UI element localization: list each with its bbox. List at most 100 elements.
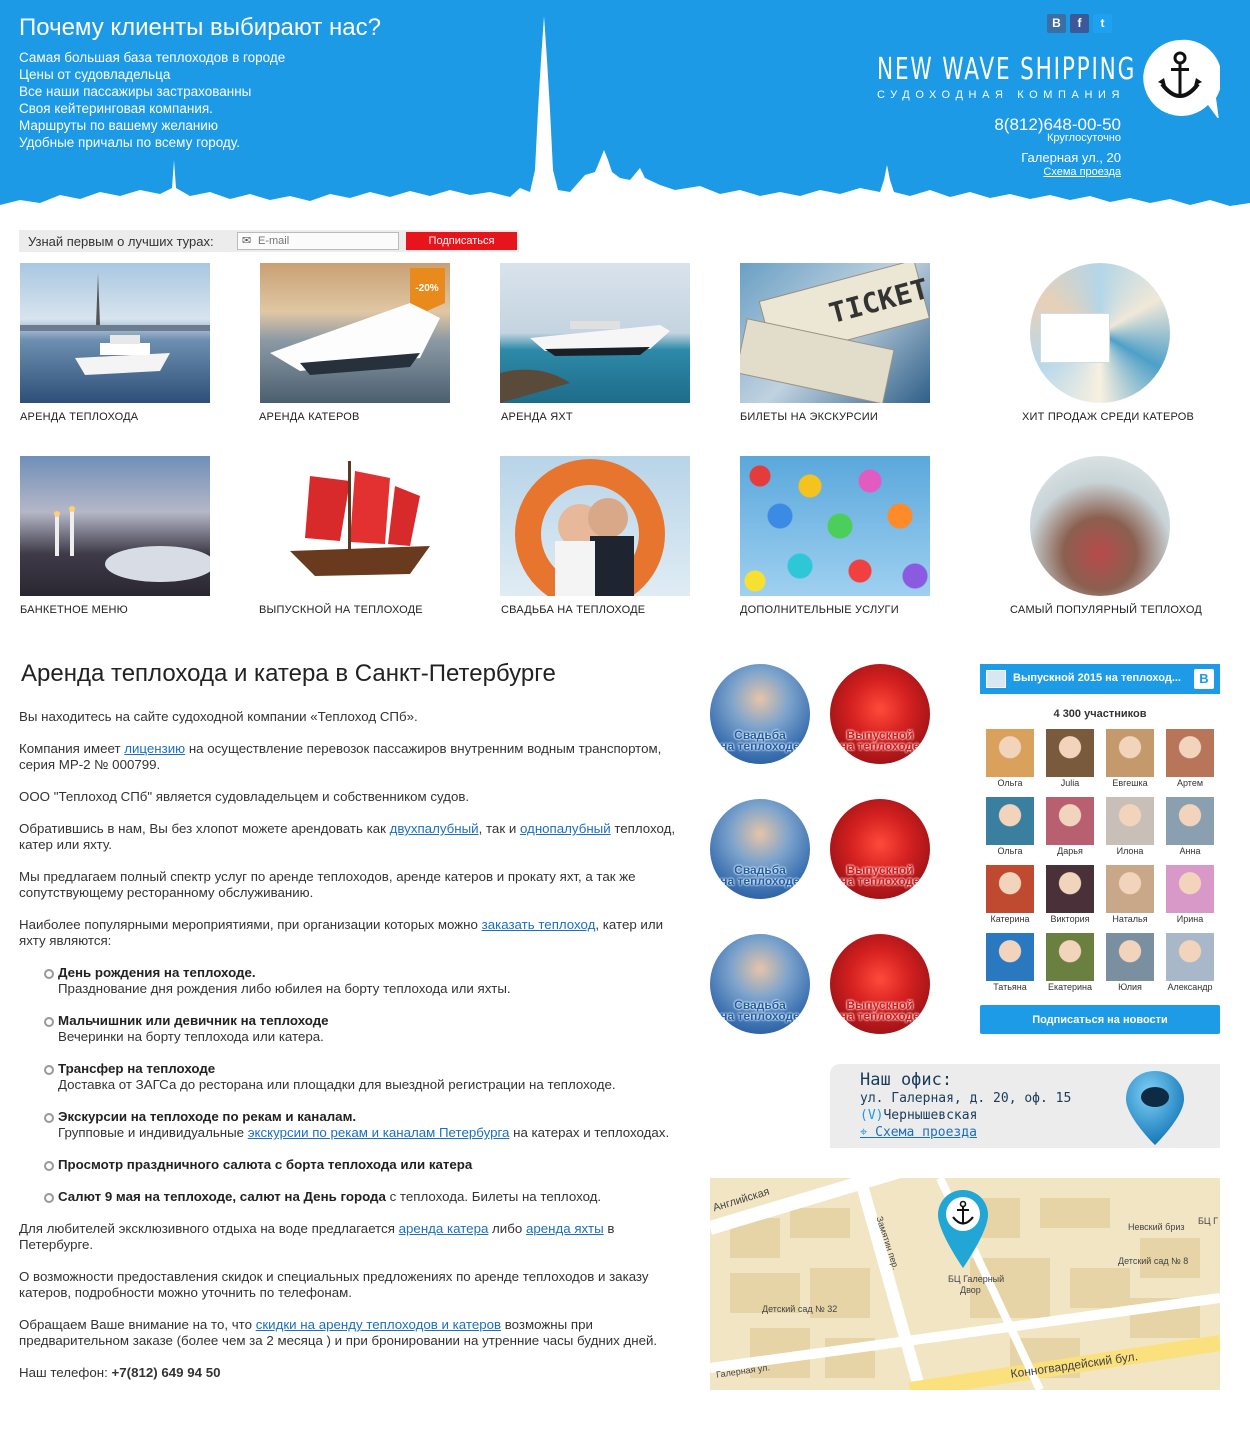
vk-member-name: Наталья [1112,914,1148,924]
tile-popular-ship-image[interactable] [1030,456,1170,596]
single-deck-link[interactable]: однопалубный [520,821,611,836]
avatar[interactable] [1166,865,1214,913]
vk-member[interactable]: Евгешка [1106,729,1154,788]
tile-boat-rental-image[interactable]: -20% [260,263,450,403]
promo-graduation[interactable]: Выпускной на теплоходе [830,934,930,1034]
vk-member[interactable]: Илона [1106,797,1154,856]
vk-member-name: Катерина [990,914,1030,924]
avatar[interactable] [1106,729,1154,777]
double-deck-link[interactable]: двухпалубный [390,821,479,836]
tile-tickets-image[interactable]: TICKET [740,263,930,403]
tile-caption[interactable]: АРЕНДА КАТЕРОВ [259,411,360,423]
list-item: Мальчишник или девичник на теплоходе Вече… [44,1013,689,1045]
vk-member[interactable]: Александр [1166,933,1214,992]
avatar[interactable] [1166,729,1214,777]
vk-member[interactable]: Екатерина [1046,933,1094,992]
tile-caption[interactable]: ВЫПУСКНОЙ НА ТЕПЛОХОДЕ [259,604,423,616]
avatar[interactable] [1046,933,1094,981]
map-anchor-pin-icon[interactable] [936,1188,990,1270]
vk-member-name: Илона [1116,846,1144,856]
promo-wedding[interactable]: Свадьба на теплоходе [710,664,810,764]
tile-caption[interactable]: СВАДЬБА НА ТЕПЛОХОДЕ [501,604,645,616]
office-route-link[interactable]: ⌖ Схема проезда [860,1125,977,1140]
vk-member[interactable]: Ольга [986,797,1034,856]
vk-member[interactable]: Виктория [1046,865,1094,924]
excursions-link[interactable]: экскурсии по рекам и каналам Петербурга [248,1125,510,1140]
license-link[interactable]: лицензию [124,741,185,756]
tile-caption[interactable]: АРЕНДА ТЕПЛОХОДА [20,411,138,423]
twitter-icon[interactable]: t [1093,14,1112,33]
tile-caption[interactable]: БАНКЕТНОЕ МЕНЮ [20,604,128,616]
avatar[interactable] [986,933,1034,981]
order-ship-link[interactable]: заказать теплоход [482,917,596,932]
avatar[interactable] [1106,933,1154,981]
tile-bestseller-image[interactable] [1030,263,1170,403]
avatar[interactable] [1046,729,1094,777]
subscribe-label: Узнай первым о лучших турах: [28,234,214,249]
vk-member-name: Юлия [1118,982,1142,992]
vk-member-name: Виктория [1050,914,1090,924]
vk-group-title[interactable]: Выпускной 2015 на теплоход... [1013,672,1181,684]
avatar[interactable] [1046,797,1094,845]
boat-rental-link[interactable]: аренда катера [399,1221,489,1236]
location-map[interactable]: Английская Замятин пер. БЦ Галерный Двор… [710,1178,1220,1390]
vk-member[interactable]: Дарья [1046,797,1094,856]
vk-group-widget: Выпускной 2015 на теплоход... B 4 300 уч… [980,664,1220,1034]
facebook-icon[interactable]: f [1070,14,1089,33]
promo-wedding[interactable]: Свадьба на теплоходе [710,934,810,1034]
vk-member-name: Евгешка [1112,778,1148,788]
tile-caption[interactable]: АРЕНДА ЯХТ [501,411,573,423]
vk-member[interactable]: Юлия [1106,933,1154,992]
tile-caption[interactable]: САМЫЙ ПОПУЛЯРНЫЙ ТЕПЛОХОД [1010,604,1202,616]
subscribe-button[interactable]: Подписаться [406,232,517,250]
tile-caption[interactable]: ХИТ ПРОДАЖ СРЕДИ КАТЕРОВ [1022,411,1194,423]
anchor-icon[interactable] [1140,38,1220,118]
avatar[interactable] [1166,933,1214,981]
tile-ship-rental-image[interactable] [20,263,210,403]
promo-wedding[interactable]: Свадьба на теплоходе [710,799,810,899]
list-item: Просмотр праздничного салюта с борта теп… [44,1157,689,1173]
vk-member[interactable]: Татьяна [986,933,1034,992]
map-place-label: Двор [960,1285,981,1295]
vk-member[interactable]: Анна [1166,797,1214,856]
article-paragraph: О возможности предоставления скидок и сп… [19,1269,649,1300]
tile-extra-services-image[interactable] [740,456,930,596]
brand-subtitle: СУДОХОДНАЯ КОМПАНИЯ [877,89,1126,101]
tile-banquet-image[interactable] [20,456,210,596]
vk-member[interactable]: Ольга [986,729,1034,788]
avatar[interactable] [1166,797,1214,845]
why-us-item: Все наши пассажиры застрахованны [19,84,252,99]
avatar[interactable] [986,729,1034,777]
brand-name: NEW WAVE SHIPPING [877,52,1137,87]
header-address: Галерная ул., 20 [1021,150,1121,165]
avatar[interactable] [986,865,1034,913]
tile-yacht-rental-image[interactable] [500,263,690,403]
promo-graduation[interactable]: Выпускной на теплоходе [830,799,930,899]
map-place-label: БЦ Г [1198,1216,1218,1226]
vk-member-name: Ольга [997,846,1023,856]
avatar[interactable] [986,797,1034,845]
tile-caption[interactable]: БИЛЕТЫ НА ЭКСКУРСИИ [740,411,878,423]
vk-subscribe-button[interactable]: Подписаться на новости [980,1005,1220,1034]
tile-graduation-image[interactable] [260,456,450,596]
vk-logo-icon[interactable]: B [1194,669,1214,689]
route-map-link[interactable]: Схема проезда [1043,166,1121,178]
yacht-rental-link[interactable]: аренда яхты [526,1221,604,1236]
avatar[interactable] [1106,797,1154,845]
vk-icon[interactable]: В [1047,14,1066,33]
avatar[interactable] [1046,865,1094,913]
tile-wedding-image[interactable] [500,456,690,596]
vk-member-name: Julia [1060,778,1080,788]
vk-member[interactable]: Артем [1166,729,1214,788]
vk-member[interactable]: Катерина [986,865,1034,924]
tile-caption[interactable]: ДОПОЛНИТЕЛЬНЫЕ УСЛУГИ [740,604,899,616]
avatar[interactable] [1106,865,1154,913]
promo-graduation[interactable]: Выпускной на теплоходе [830,664,930,764]
vk-member[interactable]: Ирина [1166,865,1214,924]
email-input[interactable] [237,232,399,250]
vk-member-name: Ирина [1176,914,1204,924]
discounts-link[interactable]: скидки на аренду теплоходов и катеров [256,1317,501,1332]
vk-member[interactable]: Julia [1046,729,1094,788]
vk-member[interactable]: Наталья [1106,865,1154,924]
vk-widget-header[interactable]: Выпускной 2015 на теплоход... B [980,664,1220,694]
